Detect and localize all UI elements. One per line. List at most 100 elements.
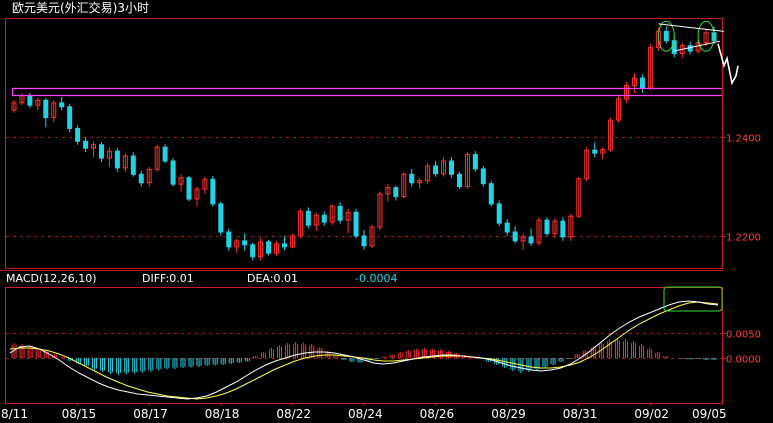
- candle-body: [512, 231, 518, 242]
- x-tick-label: 8/11: [1, 407, 28, 421]
- candle: [576, 176, 582, 219]
- candle-body: [321, 214, 327, 223]
- candle: [361, 230, 367, 250]
- candle-body: [449, 160, 455, 175]
- candle: [616, 95, 622, 123]
- macd-tick-label: 0.0000: [726, 355, 761, 366]
- candle-body: [560, 220, 566, 238]
- chart-canvas: 1.2400 1.2200 0.0050 0.0000 8/11 08/15 08/17 08…: [0, 18, 761, 421]
- candle: [536, 217, 542, 246]
- candle: [600, 147, 606, 160]
- candle-body: [226, 231, 232, 248]
- price-grid: [6, 137, 726, 237]
- candle: [663, 26, 669, 44]
- candle: [520, 233, 526, 250]
- candle: [345, 208, 351, 234]
- macd-grid: [6, 333, 726, 359]
- candle-body: [114, 150, 120, 169]
- candle: [59, 96, 65, 111]
- candle: [544, 217, 550, 236]
- macd-highlight-box: [663, 286, 723, 312]
- candle: [385, 184, 391, 202]
- candle-body: [488, 183, 494, 205]
- candle-body: [663, 30, 669, 42]
- candle: [528, 228, 534, 246]
- candle-body: [496, 203, 502, 224]
- candle: [480, 165, 486, 187]
- candle-body: [393, 187, 399, 198]
- candle-body: [528, 236, 534, 244]
- candle: [377, 191, 383, 231]
- x-tick-label: 08/29: [491, 407, 526, 421]
- candle: [647, 43, 653, 91]
- candle-body: [138, 173, 144, 184]
- projection-path: [717, 43, 739, 86]
- candle-body: [75, 127, 81, 142]
- candle-body: [83, 140, 89, 149]
- candle-body: [27, 94, 33, 106]
- candle: [417, 177, 423, 189]
- macd-histogram-value: -0.0004: [355, 272, 398, 285]
- candle: [154, 144, 160, 172]
- candle-body: [353, 211, 359, 237]
- candle: [35, 97, 41, 111]
- candle: [258, 238, 264, 261]
- x-tick-label: 09/02: [634, 407, 669, 421]
- chart-title: 欧元美元(外汇交易)3小时: [12, 1, 149, 15]
- macd-indicator-name: MACD(12,26,10): [6, 272, 97, 285]
- candle: [624, 82, 630, 103]
- candle: [631, 73, 637, 93]
- candle: [456, 171, 462, 190]
- candle-body: [504, 222, 510, 233]
- candle: [202, 176, 208, 195]
- price-tick-label: 1.2200: [726, 233, 761, 244]
- candle: [273, 240, 279, 256]
- x-tick-label: 08/15: [62, 407, 97, 421]
- candle-body: [544, 219, 550, 234]
- candle: [472, 151, 478, 172]
- candle: [504, 219, 510, 236]
- candle: [329, 203, 335, 226]
- candle-body: [59, 102, 65, 108]
- candle-body: [67, 106, 73, 129]
- candlestick-series: [11, 26, 717, 261]
- candle: [552, 218, 558, 239]
- candle: [122, 153, 128, 172]
- candle-body: [337, 205, 343, 221]
- candle: [51, 100, 57, 123]
- candle: [114, 148, 120, 172]
- candle-body: [281, 243, 287, 248]
- candle: [464, 152, 470, 189]
- macd-diff-value: DIFF:0.01: [142, 272, 194, 285]
- candle-body: [170, 160, 176, 185]
- candle: [218, 201, 224, 236]
- candle: [449, 157, 455, 178]
- candle-body: [130, 155, 136, 175]
- candle: [321, 211, 327, 227]
- candle: [639, 74, 645, 93]
- candle: [401, 171, 407, 199]
- candle: [393, 185, 399, 201]
- candle: [138, 170, 144, 187]
- candle: [146, 166, 152, 187]
- candle-body: [218, 203, 224, 233]
- candle: [98, 142, 104, 162]
- candle: [353, 208, 359, 239]
- candle-body: [433, 165, 439, 175]
- candle-body: [250, 244, 256, 258]
- candle: [19, 92, 25, 106]
- candle: [194, 186, 200, 207]
- candle-body: [266, 241, 272, 254]
- candle: [488, 180, 494, 207]
- candle: [305, 207, 311, 229]
- price-tick-label: 1.2400: [726, 134, 761, 145]
- x-tick-label: 08/22: [276, 407, 311, 421]
- candle: [162, 144, 168, 163]
- candle: [170, 158, 176, 187]
- candle: [91, 141, 97, 158]
- candle: [83, 137, 89, 153]
- candle: [11, 100, 17, 113]
- candle-body: [361, 235, 367, 247]
- candle-body: [456, 173, 462, 188]
- candle: [281, 235, 287, 251]
